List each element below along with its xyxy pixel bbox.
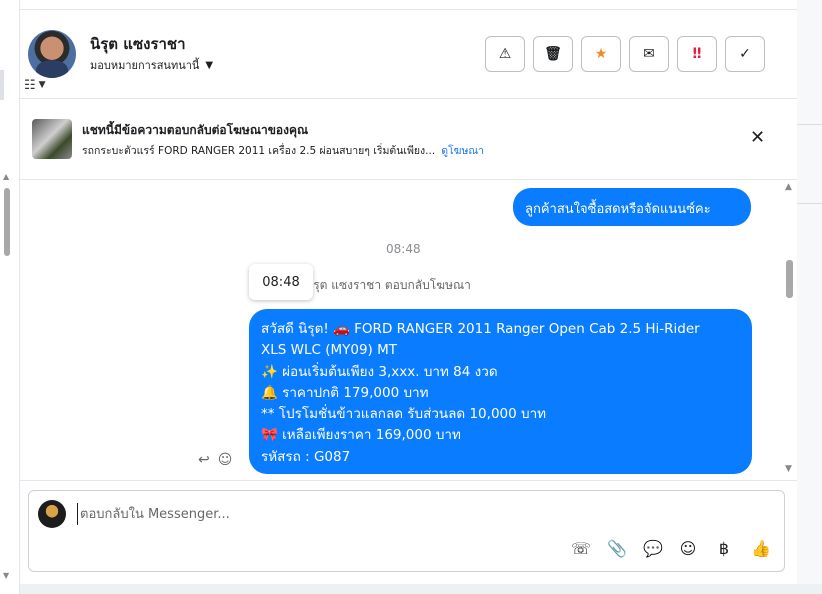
left-scrollbar-thumb[interactable] — [4, 188, 10, 256]
star-icon: ★ — [594, 46, 608, 62]
react-emoji-icon[interactable]: ☺ — [218, 452, 233, 468]
divider — [797, 124, 822, 125]
header-actions: ⚠ 🗑 ★ ✉ ‼ ✓ — [485, 36, 765, 72]
contact-avatar[interactable] — [28, 30, 76, 78]
message-composer: ☏ 📎 💬 ☺ ฿ 👍 — [28, 490, 785, 572]
emoji-icon[interactable]: ☺ — [679, 539, 697, 558]
ad-reply-message-bubble[interactable]: สวัสดี นิรุต! 🚗 FORD RANGER 2011 Ranger … — [249, 309, 752, 474]
caret-down-icon: ▼ — [205, 59, 214, 71]
delete-button[interactable]: 🗑 — [533, 36, 573, 72]
attach-icon[interactable]: 📎 — [607, 539, 627, 558]
priority-button[interactable]: ‼ — [677, 36, 717, 72]
add-call-icon[interactable]: ☏ — [571, 539, 591, 558]
reply-arrow-icon[interactable]: ↩ — [198, 452, 210, 468]
scroll-down-arrow-icon[interactable]: ▼ — [785, 464, 792, 474]
assign-label: มอบหมายการสนทนานี้ — [90, 59, 200, 72]
trash-icon: 🗑 — [544, 46, 562, 62]
message-line: 🎀 เหลือเพียงราคา 169,000 บาท — [261, 427, 461, 444]
caret-down-icon: ▼ — [38, 80, 46, 90]
thread-scrollbar-thumb[interactable] — [786, 260, 793, 298]
right-sidebar-strip — [797, 0, 822, 594]
star-button[interactable]: ★ — [581, 36, 621, 72]
message-thread: ลูกค้าสนใจซื้อสดหรือจัดแนนซ์คะ 08:48 นิร… — [20, 180, 797, 480]
assign-conversation-dropdown[interactable]: มอบหมายการสนทนานี้ ▼ — [90, 56, 213, 74]
ad-reply-banner: แชทนี้มีข้อความตอบกลับต่อโฆษณาของคุณ รถก… — [20, 99, 797, 179]
contact-name[interactable]: นิรุต แซงราชา — [90, 32, 186, 56]
filter-menu[interactable]: ☷ ▼ — [24, 76, 64, 94]
left-sidebar-strip: ▲ ▼ — [0, 0, 20, 594]
done-button[interactable]: ✓ — [725, 36, 765, 72]
scroll-up-arrow-icon[interactable]: ▲ — [3, 172, 9, 181]
ad-description: รถกระบะตัวแรร์ FORD RANGER 2011 เครื่อง … — [82, 145, 436, 157]
envelope-icon: ✉ — [643, 46, 655, 62]
message-line: ✨ ผ่อนเริ่มต้นเพียง 3,xxx. บาท 84 งวด — [261, 363, 498, 380]
saved-reply-icon[interactable]: 💬 — [643, 539, 663, 558]
warning-icon: ⚠ — [498, 46, 512, 62]
time-tooltip: 08:48 — [249, 264, 313, 300]
message-line: 🔔 ราคาปกติ 179,000 บาท — [261, 384, 429, 401]
close-icon[interactable]: ✕ — [750, 127, 765, 148]
message-line: สวัสดี นิรุต! 🚗 FORD RANGER 2011 Ranger … — [261, 321, 700, 337]
double-exclamation-icon: ‼ — [692, 46, 702, 62]
thumbs-up-icon[interactable]: 👍 — [751, 539, 771, 558]
ad-banner-title: แชทนี้มีข้อความตอบกลับต่อโฆษณาของคุณ — [82, 123, 309, 137]
message-timestamp: 08:48 — [386, 242, 421, 256]
message-line: ** โปรโมชั่นข้าวแลกลด รับส่วนลด 10,000 บ… — [261, 406, 547, 423]
mark-unread-button[interactable]: ✉ — [629, 36, 669, 72]
divider — [797, 203, 822, 204]
sliders-icon: ☷ — [24, 77, 36, 93]
composer-toolbar: ☏ 📎 💬 ☺ ฿ 👍 — [571, 539, 771, 558]
page-avatar — [38, 500, 66, 528]
conversation-header: ☷ ▼ นิรุต แซงราชา มอบหมายการสนทนานี้ ▼ ⚠… — [20, 10, 797, 98]
check-icon: ✓ — [739, 46, 751, 62]
divider — [20, 480, 797, 481]
scroll-down-arrow-icon[interactable]: ▼ — [3, 571, 9, 580]
left-tab[interactable] — [0, 70, 4, 100]
ad-thumbnail[interactable] — [32, 119, 72, 159]
background — [20, 584, 822, 594]
message-line: รหัสรถ : G087 — [261, 448, 351, 465]
ad-banner-description-row: รถกระบะตัวแรร์ FORD RANGER 2011 เครื่อง … — [82, 142, 484, 159]
message-line: XLS WLC (MY09) MT — [261, 342, 398, 359]
view-ad-link[interactable]: ดูโฆษณา — [441, 142, 484, 159]
outgoing-message-bubble[interactable]: ลูกค้าสนใจซื้อสดหรือจัดแนนซ์คะ — [513, 188, 751, 226]
ad-reply-note: นิรุต แซงราชา ตอบกลับโฆษณา — [305, 278, 471, 292]
reply-input[interactable] — [77, 503, 677, 525]
report-button[interactable]: ⚠ — [485, 36, 525, 72]
scroll-up-arrow-icon[interactable]: ▲ — [785, 182, 792, 192]
message-tools: ↩ ☺ — [198, 452, 232, 468]
conversation-panel: ☷ ▼ นิรุต แซงราชา มอบหมายการสนทนานี้ ▼ ⚠… — [20, 0, 797, 584]
payment-icon[interactable]: ฿ — [715, 539, 733, 558]
